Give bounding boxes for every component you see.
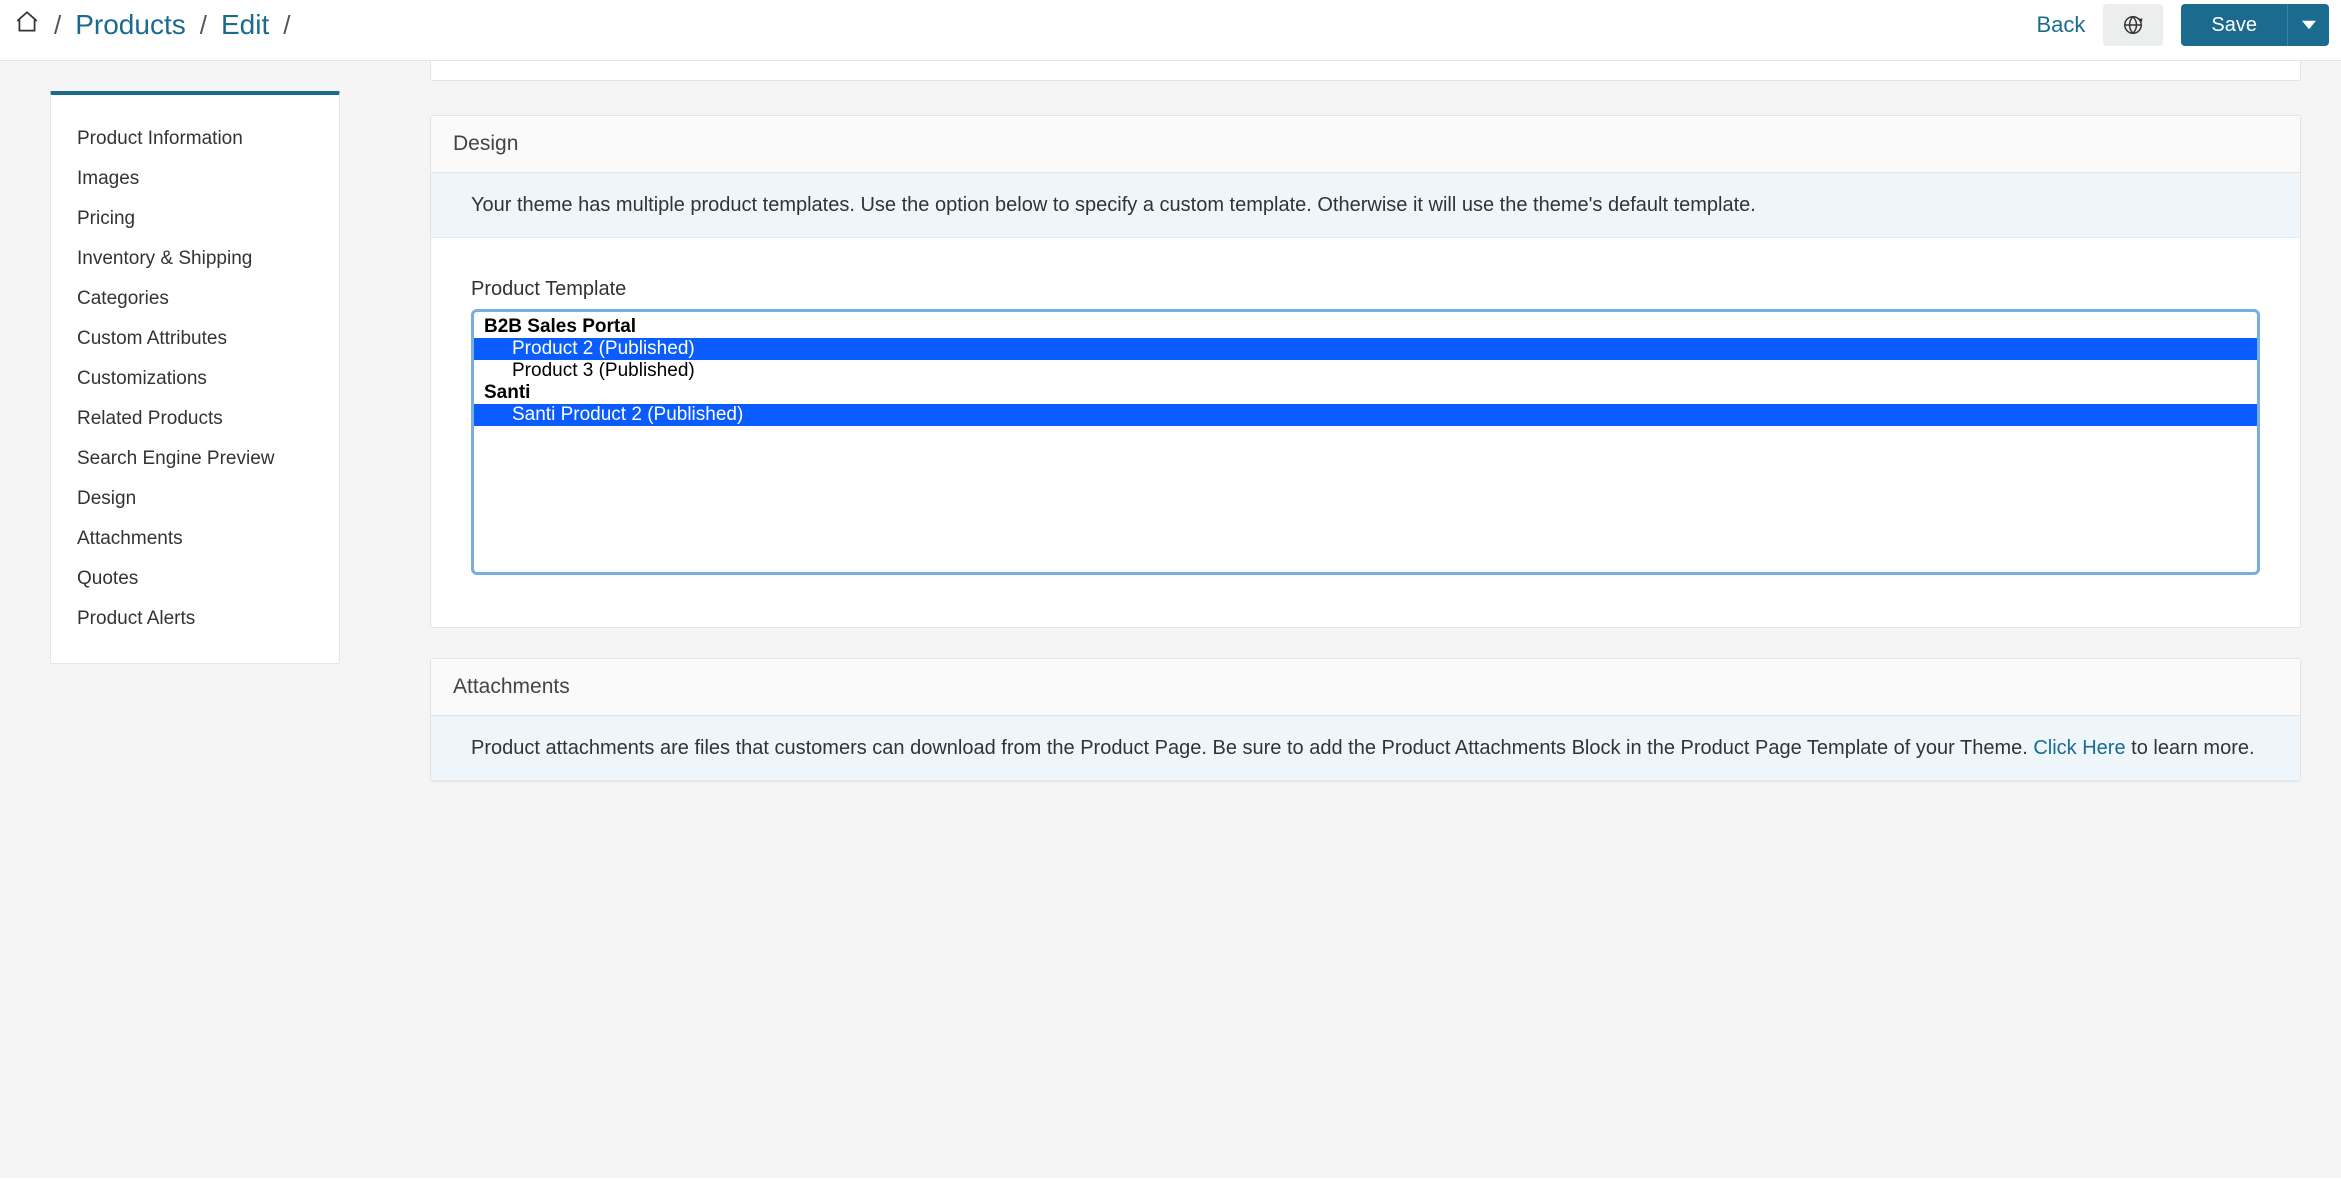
sidebar-item[interactable]: Design xyxy=(51,479,339,519)
main: Design Your theme has multiple product t… xyxy=(430,61,2301,812)
previous-card-tail xyxy=(430,61,2301,81)
sidebar: Product InformationImagesPricingInventor… xyxy=(50,91,340,664)
sidebar-item[interactable]: Attachments xyxy=(51,519,339,559)
breadcrumb: / Products / Edit / xyxy=(14,9,290,42)
attachments-card: Attachments Product attachments are file… xyxy=(430,658,2301,782)
breadcrumb-products[interactable]: Products xyxy=(75,9,186,41)
breadcrumb-sep: / xyxy=(200,10,207,41)
home-icon[interactable] xyxy=(14,9,40,42)
sidebar-item[interactable]: Product Information xyxy=(51,119,339,159)
design-card-info: Your theme has multiple product template… xyxy=(431,173,2300,238)
globe-icon xyxy=(2122,14,2144,36)
sidebar-item[interactable]: Images xyxy=(51,159,339,199)
template-option[interactable]: Santi Product 2 (Published) xyxy=(474,404,2257,426)
globe-button[interactable] xyxy=(2103,4,2163,46)
attachments-info-pre: Product attachments are files that custo… xyxy=(471,737,2033,759)
sidebar-item[interactable]: Search Engine Preview xyxy=(51,439,339,479)
attachments-learn-more-link[interactable]: Click Here xyxy=(2033,737,2125,759)
sidebar-item[interactable]: Custom Attributes xyxy=(51,319,339,359)
breadcrumb-edit[interactable]: Edit xyxy=(221,9,269,41)
template-option[interactable]: Product 3 (Published) xyxy=(474,360,2257,382)
template-group: Santi xyxy=(474,382,2257,404)
save-button[interactable]: Save xyxy=(2181,4,2287,46)
product-template-select[interactable]: B2B Sales PortalProduct 2 (Published)Pro… xyxy=(471,309,2260,575)
product-template-label: Product Template xyxy=(471,278,2260,301)
back-link[interactable]: Back xyxy=(2036,12,2085,38)
breadcrumb-sep: / xyxy=(283,10,290,41)
chevron-down-icon xyxy=(2302,18,2316,32)
template-option[interactable]: Product 2 (Published) xyxy=(474,338,2257,360)
sidebar-item[interactable]: Quotes xyxy=(51,559,339,599)
save-dropdown-button[interactable] xyxy=(2287,4,2329,46)
attachments-info-post: to learn more. xyxy=(2126,737,2255,759)
attachments-card-title: Attachments xyxy=(431,659,2300,716)
sidebar-item[interactable]: Customizations xyxy=(51,359,339,399)
design-card-title: Design xyxy=(431,116,2300,173)
save-group: Save xyxy=(2181,4,2329,46)
sidebar-item[interactable]: Categories xyxy=(51,279,339,319)
template-group: B2B Sales Portal xyxy=(474,316,2257,338)
attachments-card-info: Product attachments are files that custo… xyxy=(431,716,2300,781)
top-actions: Back Save xyxy=(2036,4,2329,46)
sidebar-item[interactable]: Related Products xyxy=(51,399,339,439)
design-card: Design Your theme has multiple product t… xyxy=(430,115,2301,628)
sidebar-item[interactable]: Inventory & Shipping xyxy=(51,239,339,279)
page: Product InformationImagesPricingInventor… xyxy=(0,61,2341,1178)
breadcrumb-sep: / xyxy=(54,10,61,41)
topbar: / Products / Edit / Back Save xyxy=(0,0,2341,61)
sidebar-item[interactable]: Product Alerts xyxy=(51,599,339,639)
sidebar-item[interactable]: Pricing xyxy=(51,199,339,239)
